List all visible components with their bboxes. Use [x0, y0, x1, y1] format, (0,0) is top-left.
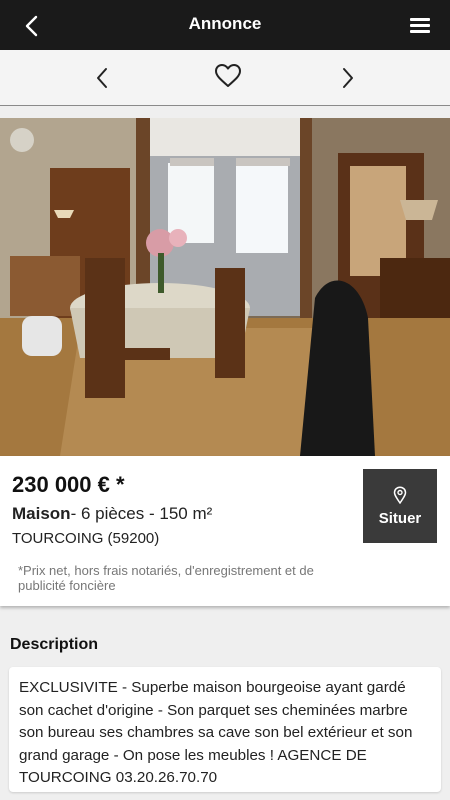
menu-button[interactable] [408, 13, 432, 37]
property-details: - 6 pièces - 150 m² [70, 504, 213, 523]
favorite-button[interactable] [212, 60, 244, 92]
listing-summary-card: 230 000 € * Maison- 6 pièces - 150 m² TO… [0, 456, 450, 606]
hamburger-menu-icon [410, 18, 430, 33]
property-type-line: Maison- 6 pièces - 150 m² [12, 504, 212, 524]
dining-room-photo [0, 118, 450, 456]
chevron-right-icon [343, 68, 353, 88]
locate-button[interactable]: Situer [363, 469, 437, 543]
description-heading: Description [10, 636, 99, 653]
page-title: Annonce [188, 14, 262, 33]
city: TOURCOING (59200) [12, 530, 160, 547]
map-pin-icon [393, 485, 407, 504]
next-listing-button[interactable] [332, 62, 364, 94]
description-text: EXCLUSIVITE - Superbe maison bourgeoise … [9, 667, 441, 792]
top-app-bar: Annonce [0, 0, 450, 50]
price: 230 000 € * [12, 472, 125, 497]
listing-nav-bar [0, 50, 450, 106]
chevron-left-icon [97, 68, 107, 88]
previous-listing-button[interactable] [86, 62, 118, 94]
price-note: *Prix net, hors frais notariés, d'enregi… [18, 563, 314, 593]
heart-outline-icon [215, 64, 241, 87]
locate-button-label: Situer [378, 509, 422, 527]
listing-photo[interactable] [0, 118, 450, 456]
property-type: Maison [12, 504, 71, 523]
